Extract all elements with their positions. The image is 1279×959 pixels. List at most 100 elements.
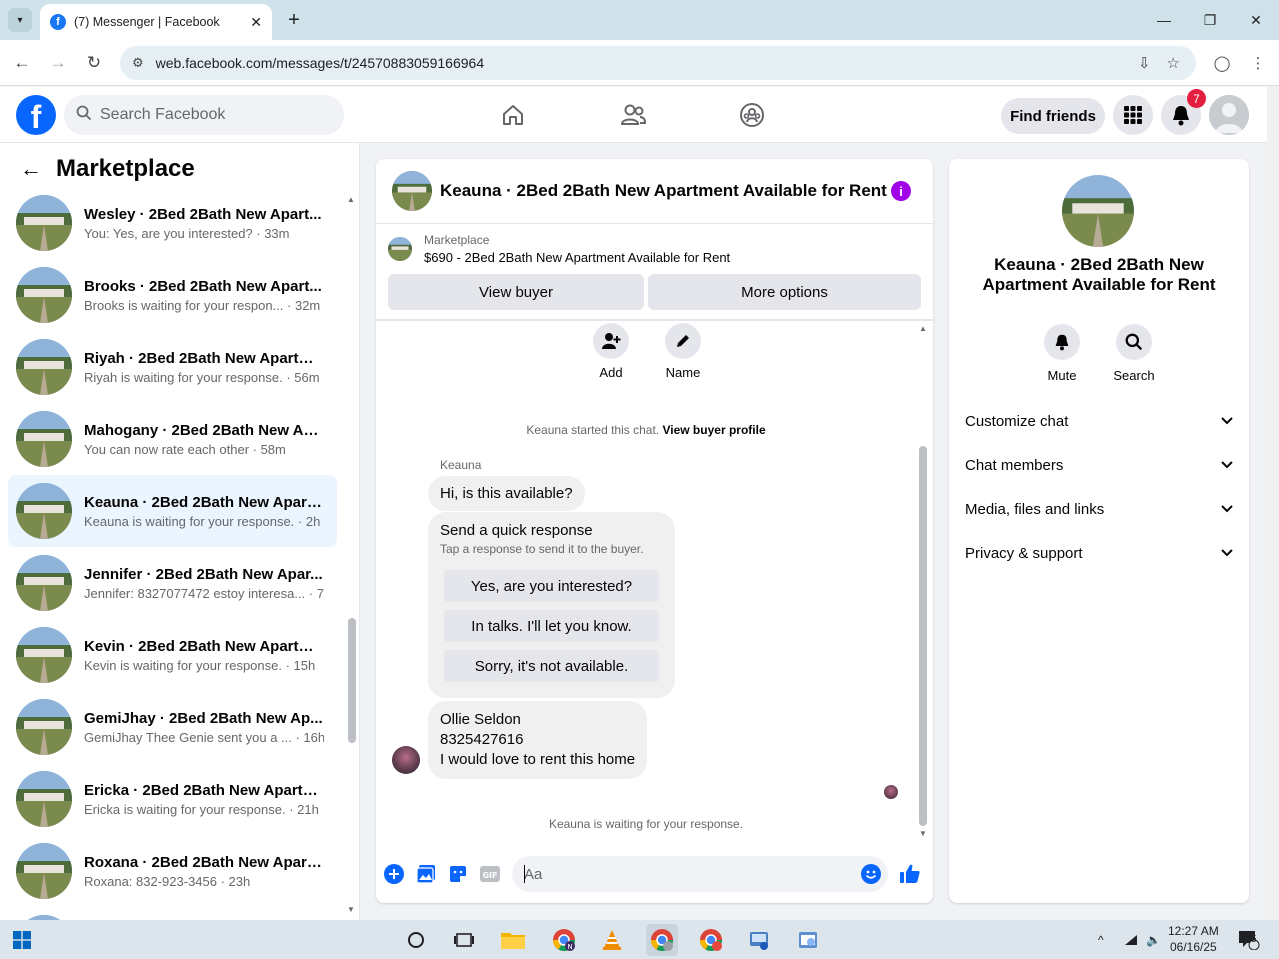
- message-line: 8325427616: [440, 731, 524, 748]
- reload-button[interactable]: ↻: [82, 51, 106, 75]
- menu-grid-icon[interactable]: [1113, 95, 1153, 135]
- chrome-profile-n-icon[interactable]: N: [548, 924, 580, 956]
- site-info-icon[interactable]: ⚙: [132, 55, 144, 71]
- add-people-button[interactable]: Add: [581, 323, 641, 380]
- listing-thumbnail: [16, 483, 72, 539]
- gif-icon[interactable]: GIF: [479, 863, 501, 885]
- conversation-snippet: Brooks is waiting for your respon... · 3…: [84, 297, 321, 313]
- chat-title[interactable]: Keauna · 2Bed 2Bath New Apartment Availa…: [440, 181, 891, 201]
- groups-icon[interactable]: [736, 99, 768, 131]
- maximize-button[interactable]: ❐: [1187, 0, 1233, 40]
- message-bubble[interactable]: Hi, is this available?: [428, 476, 585, 511]
- listing-thumbnail: [16, 411, 72, 467]
- chat-started-notice: Keauna started this chat. View buyer pro…: [376, 423, 916, 437]
- file-explorer-icon[interactable]: [497, 924, 529, 956]
- info-icon[interactable]: i: [891, 181, 911, 201]
- media-files-links-section[interactable]: Media, files and links: [965, 487, 1233, 531]
- sticker-icon[interactable]: [447, 863, 469, 885]
- windows-start-icon[interactable]: [6, 924, 38, 956]
- customize-chat-section[interactable]: Customize chat: [965, 399, 1233, 443]
- conversation-item[interactable]: Riyah · 2Bed 2Bath New Apartm... Riyah is…: [8, 331, 337, 403]
- close-window-button[interactable]: ✕: [1233, 0, 1279, 40]
- minimize-button[interactable]: —: [1141, 0, 1187, 40]
- mute-button[interactable]: Mute: [1032, 324, 1092, 383]
- quick-response-talks-button[interactable]: In talks. I'll let you know.: [444, 610, 659, 642]
- home-icon[interactable]: [497, 99, 529, 131]
- privacy-support-section[interactable]: Privacy & support: [965, 531, 1233, 575]
- tab-search-button[interactable]: ▾: [8, 8, 32, 32]
- facebook-logo-icon[interactable]: f: [16, 95, 56, 135]
- chat-scrollbar[interactable]: [919, 446, 927, 826]
- browser-tab[interactable]: f (7) Messenger | Facebook ✕: [40, 4, 272, 40]
- search-circle-icon[interactable]: [400, 924, 432, 956]
- thumbs-up-icon[interactable]: [899, 863, 921, 885]
- network-icon[interactable]: [1124, 920, 1138, 959]
- facebook-search-input[interactable]: [100, 106, 320, 124]
- scroll-down-icon[interactable]: ▼: [919, 829, 927, 838]
- conversation-item[interactable]: Ericka · 2Bed 2Bath New Apartm... Ericka …: [8, 763, 337, 835]
- sidebar-scrollbar[interactable]: [348, 618, 356, 743]
- view-buyer-profile-link[interactable]: View buyer profile: [662, 423, 765, 437]
- listing-price-title: $690 - 2Bed 2Bath New Apartment Availabl…: [424, 250, 731, 265]
- address-bar[interactable]: ⚙ web.facebook.com/messages/t/2457088305…: [120, 46, 1196, 80]
- scroll-up-icon[interactable]: ▲: [347, 195, 355, 204]
- conversation-item[interactable]: Mahogany · 2Bed 2Bath New Ap... You can n…: [8, 403, 337, 475]
- conversation-name: Riyah · 2Bed 2Bath New Apartm...: [84, 349, 324, 367]
- install-app-icon[interactable]: ⇩: [1138, 54, 1151, 72]
- conversation-item[interactable]: [8, 907, 337, 920]
- back-button[interactable]: ←: [10, 51, 34, 75]
- show-hidden-icons[interactable]: ^: [1098, 920, 1104, 959]
- chat-members-section[interactable]: Chat members: [965, 443, 1233, 487]
- sender-avatar[interactable]: [392, 746, 420, 774]
- emoji-icon[interactable]: [860, 863, 882, 885]
- quick-response-yes-button[interactable]: Yes, are you interested?: [444, 570, 659, 602]
- bookmark-star-icon[interactable]: ☆: [1167, 54, 1180, 72]
- view-buyer-button[interactable]: View buyer: [388, 274, 644, 310]
- conversation-item-active[interactable]: Keauna · 2Bed 2Bath New Apart... Keauna i…: [8, 475, 337, 547]
- chat-listing-thumbnail[interactable]: [392, 171, 432, 211]
- quick-response-unavailable-button[interactable]: Sorry, it's not available.: [444, 650, 659, 682]
- photo-icon[interactable]: [415, 863, 437, 885]
- profile-icon[interactable]: ◯: [1210, 51, 1234, 75]
- clock-date: 06/16/25: [1169, 940, 1217, 954]
- browser-menu-icon[interactable]: ⋮: [1246, 51, 1270, 75]
- forward-button[interactable]: →: [46, 51, 70, 75]
- scroll-up-icon[interactable]: ▲: [919, 324, 927, 333]
- conversation-item[interactable]: GemiJhay · 2Bed 2Bath New Ap... GemiJhay …: [8, 691, 337, 763]
- chrome-active-icon[interactable]: [646, 924, 678, 956]
- plus-icon[interactable]: [383, 863, 405, 885]
- section-label: Customize chat: [965, 412, 1069, 430]
- message-input[interactable]: [512, 856, 888, 892]
- new-tab-button[interactable]: +: [282, 8, 306, 32]
- conversation-name: Ericka · 2Bed 2Bath New Apartm...: [84, 781, 324, 799]
- listing-avatar: [1062, 175, 1134, 247]
- find-friends-button[interactable]: Find friends: [1001, 98, 1105, 134]
- conversation-snippet: Jennifer: 8327077472 estoy interesa... ·…: [84, 585, 324, 601]
- conversation-item[interactable]: Brooks · 2Bed 2Bath New Apart... Brooks i…: [8, 259, 337, 331]
- account-avatar[interactable]: [1209, 95, 1249, 135]
- name-chat-button[interactable]: Name: [653, 323, 713, 380]
- app-icon-2[interactable]: [792, 924, 824, 956]
- vlc-icon[interactable]: [596, 924, 628, 956]
- volume-icon[interactable]: 🔈: [1146, 920, 1161, 959]
- facebook-search[interactable]: [64, 95, 344, 135]
- chrome-profile-icon[interactable]: [695, 924, 727, 956]
- message-bubble[interactable]: Ollie Seldon 8325427616 I would love to …: [428, 701, 648, 779]
- back-arrow-icon[interactable]: ←: [20, 156, 42, 182]
- task-view-icon[interactable]: [448, 924, 480, 956]
- conversation-item[interactable]: Wesley · 2Bed 2Bath New Apart... You: Yes…: [8, 187, 337, 259]
- system-clock[interactable]: 12:27 AM 06/16/25: [1168, 923, 1219, 955]
- app-icon[interactable]: [743, 924, 775, 956]
- friends-icon[interactable]: [617, 99, 649, 131]
- search-chat-button[interactable]: Search: [1104, 324, 1164, 383]
- conversation-snippet: Roxana: 832-923-3456 · 23h: [84, 873, 251, 889]
- section-label: Media, files and links: [965, 500, 1105, 518]
- more-options-button[interactable]: More options: [648, 274, 921, 310]
- tab-close-icon[interactable]: ✕: [250, 14, 262, 31]
- conversation-item[interactable]: Roxana · 2Bed 2Bath New Apart... Roxana: …: [8, 835, 337, 907]
- scroll-down-icon[interactable]: ▼: [347, 905, 355, 914]
- notification-center-icon[interactable]: 5: [1238, 920, 1260, 959]
- conversation-item[interactable]: Jennifer · 2Bed 2Bath New Apar... Jennife…: [8, 547, 337, 619]
- page-scrollbar[interactable]: [1267, 87, 1279, 920]
- conversation-item[interactable]: Kevin · 2Bed 2Bath New Apartm... Kevin is…: [8, 619, 337, 691]
